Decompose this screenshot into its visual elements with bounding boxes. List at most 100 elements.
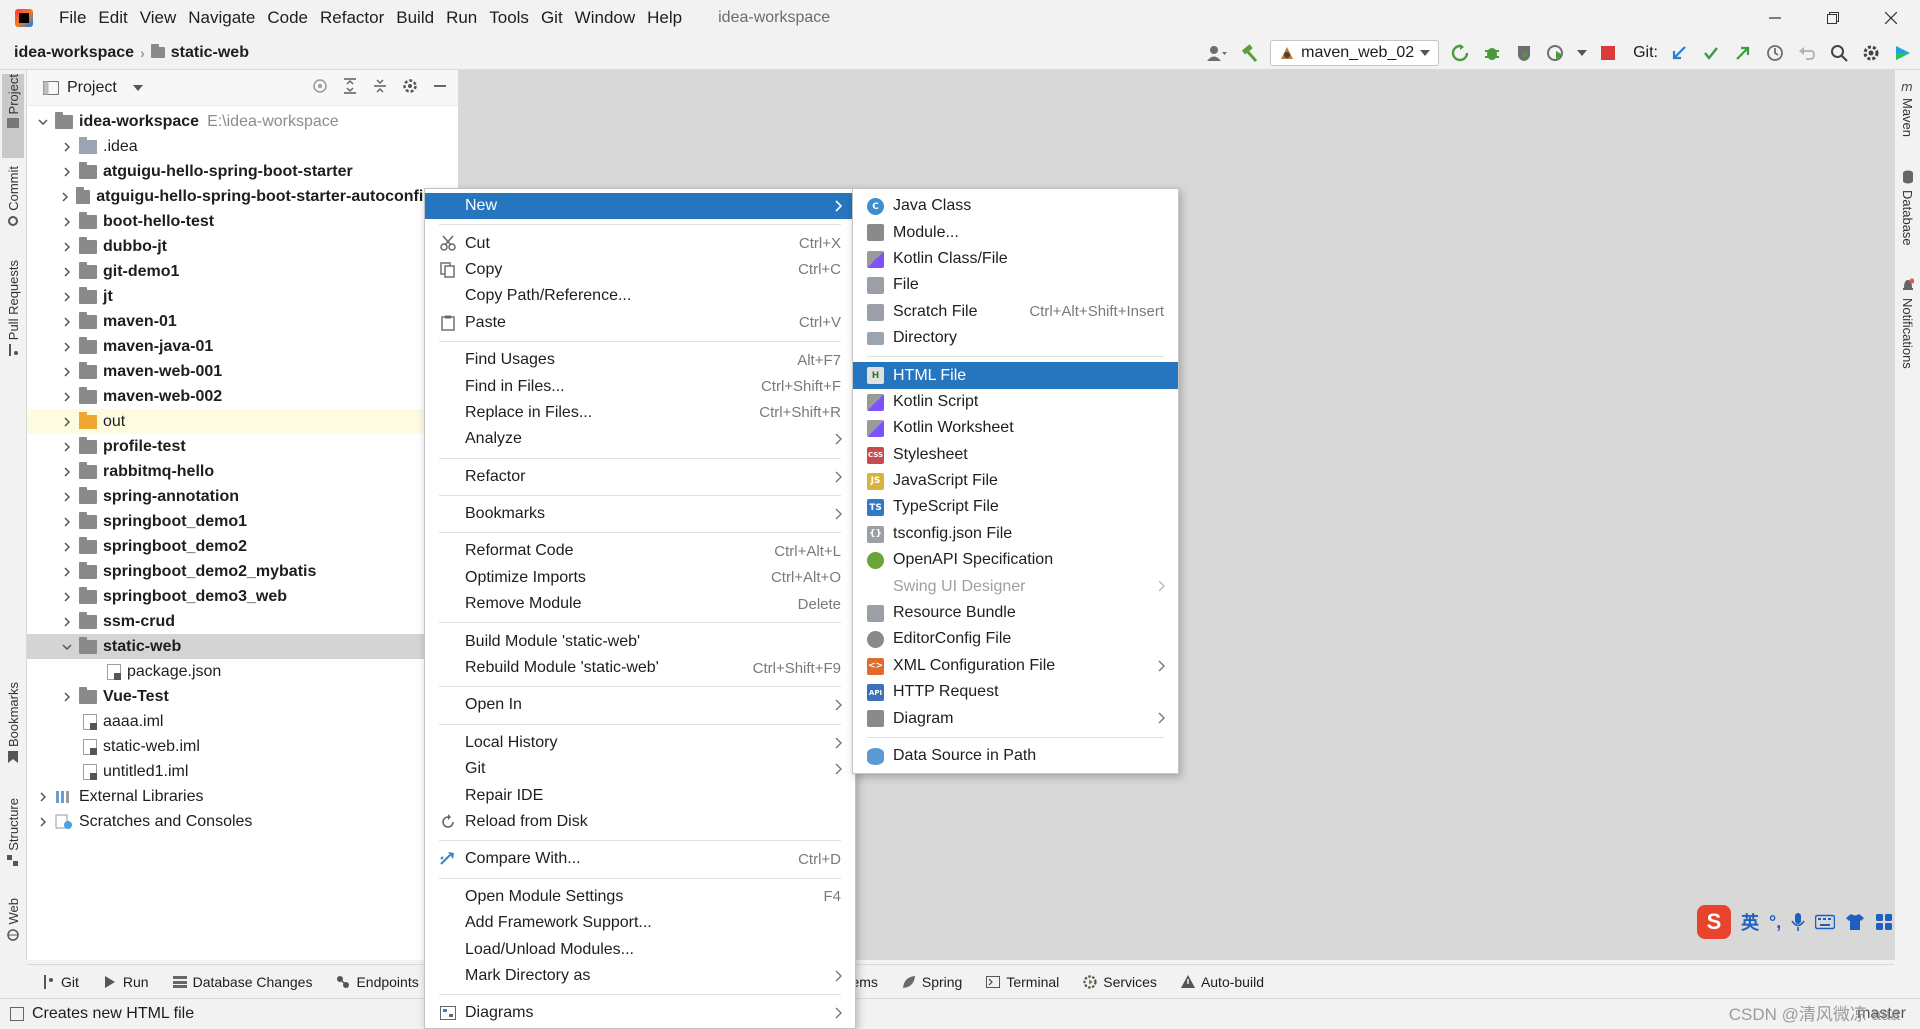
tree-item-rabbitmq-hello[interactable]: rabbitmq-hello	[27, 459, 458, 484]
submenu-item-openapi[interactable]: OpenAPI Specification	[853, 547, 1178, 573]
menu-item-local-history[interactable]: Local History	[425, 730, 855, 756]
submenu-item-diagram[interactable]: Diagram	[853, 705, 1178, 731]
debug-bug-icon[interactable]	[1481, 42, 1503, 64]
microphone-icon[interactable]	[1791, 912, 1805, 932]
build-hammer-icon[interactable]	[1238, 42, 1260, 64]
menu-item-find-usages[interactable]: Find Usages Alt+F7	[425, 347, 855, 373]
tab-database-changes[interactable]: Database Changes	[172, 974, 312, 990]
tree-item-springboot-demo2-mybatis[interactable]: springboot_demo2_mybatis	[27, 559, 458, 584]
keyboard-icon[interactable]	[1815, 914, 1836, 930]
submenu-item-html-file[interactable]: H HTML File	[853, 362, 1178, 389]
skin-shirt-icon[interactable]	[1845, 913, 1865, 931]
menu-item-rebuild-module[interactable]: Rebuild Module 'static-web' Ctrl+Shift+F…	[425, 655, 855, 681]
menu-item-replace-in-files[interactable]: Replace in Files... Ctrl+Shift+R	[425, 400, 855, 426]
tree-item-jt[interactable]: jt	[27, 284, 458, 309]
submenu-item-xml-config[interactable]: <> XML Configuration File	[853, 653, 1178, 679]
tree-item-springboot-demo3-web[interactable]: springboot_demo3_web	[27, 584, 458, 609]
tree-item-idea[interactable]: .idea	[27, 134, 458, 159]
menu-item-find-in-files[interactable]: Find in Files... Ctrl+Shift+F	[425, 373, 855, 399]
submenu-item-typescript[interactable]: TS TypeScript File	[853, 494, 1178, 520]
tree-item-springboot-demo2[interactable]: springboot_demo2	[27, 534, 458, 559]
menu-item-module-settings[interactable]: Open Module Settings F4	[425, 884, 855, 910]
select-opened-file-icon[interactable]	[312, 78, 328, 94]
tree-item-atguigu-hello-spring-boot-starter[interactable]: atguigu-hello-spring-boot-starter	[27, 159, 458, 184]
menu-item-remove-module[interactable]: Remove Module Delete	[425, 591, 855, 617]
settings-gear-icon[interactable]	[1860, 42, 1882, 64]
chevron-right-icon[interactable]	[59, 464, 75, 480]
minimize-button[interactable]	[1746, 0, 1804, 36]
ime-punctuation-toggle[interactable]: °,	[1769, 912, 1781, 933]
tree-item-profile-test[interactable]: profile-test	[27, 434, 458, 459]
chevron-right-icon[interactable]	[59, 589, 75, 605]
submenu-item-kotlin-worksheet[interactable]: Kotlin Worksheet	[853, 415, 1178, 441]
chevron-right-icon[interactable]	[59, 364, 75, 380]
tab-auto-build[interactable]: Auto-build	[1180, 974, 1264, 990]
menu-item-diagrams[interactable]: Diagrams	[425, 1000, 855, 1026]
chevron-right-icon[interactable]	[59, 139, 75, 155]
menu-item-git[interactable]: Git	[425, 756, 855, 782]
rollback-icon[interactable]	[1796, 42, 1818, 64]
hide-panel-icon[interactable]	[432, 78, 448, 94]
submenu-item-editorconfig[interactable]: EditorConfig File	[853, 626, 1178, 652]
tree-item-maven-01[interactable]: maven-01	[27, 309, 458, 334]
chevron-right-icon[interactable]	[59, 389, 75, 405]
submenu-item-stylesheet[interactable]: CSS Stylesheet	[853, 442, 1178, 468]
menu-item-cut[interactable]: Cut Ctrl+X	[425, 230, 855, 256]
gear-icon[interactable]	[402, 78, 418, 94]
submenu-item-scratch-file[interactable]: Scratch File Ctrl+Alt+Shift+Insert	[853, 299, 1178, 325]
tab-bookmarks[interactable]: Bookmarks	[2, 682, 24, 778]
submenu-item-data-source[interactable]: Data Source in Path	[853, 743, 1178, 769]
chevron-right-icon[interactable]	[35, 789, 51, 805]
tab-project[interactable]: Project	[2, 74, 24, 158]
chevron-right-icon[interactable]	[59, 414, 75, 430]
submenu-item-kotlin-script[interactable]: Kotlin Script	[853, 389, 1178, 415]
tool-windows-toggle-icon[interactable]	[10, 1007, 24, 1021]
restore-button[interactable]	[1804, 0, 1862, 36]
profile-icon[interactable]	[1545, 42, 1567, 64]
tree-item-git-demo1[interactable]: git-demo1	[27, 259, 458, 284]
chevron-right-icon[interactable]	[59, 614, 75, 630]
stop-icon[interactable]	[1597, 42, 1619, 64]
chevron-right-icon[interactable]	[59, 539, 75, 555]
tab-database[interactable]: Database	[1895, 170, 1920, 260]
submenu-item-javascript[interactable]: JS JavaScript File	[853, 468, 1178, 494]
menu-refactor[interactable]: Refactor	[314, 0, 390, 36]
menu-item-reformat[interactable]: Reformat Code Ctrl+Alt+L	[425, 538, 855, 564]
menu-item-paste[interactable]: Paste Ctrl+V	[425, 310, 855, 336]
tab-services[interactable]: Services	[1083, 974, 1157, 990]
chevron-right-icon[interactable]	[35, 814, 51, 830]
chevron-right-icon[interactable]	[59, 314, 75, 330]
rerun-icon[interactable]	[1449, 42, 1471, 64]
tab-run[interactable]: Run	[103, 974, 149, 990]
chevron-right-icon[interactable]	[59, 689, 75, 705]
menu-tools[interactable]: Tools	[483, 0, 535, 36]
user-icon[interactable]	[1206, 42, 1228, 64]
chevron-down-icon[interactable]	[59, 639, 75, 655]
expand-all-icon[interactable]	[342, 78, 358, 94]
chevron-right-icon[interactable]	[59, 339, 75, 355]
tab-commit[interactable]: Commit	[2, 166, 24, 250]
chevron-right-icon[interactable]	[59, 214, 75, 230]
submenu-item-file[interactable]: File	[853, 272, 1178, 298]
tab-git[interactable]: Git	[41, 974, 79, 990]
breadcrumb-root[interactable]: idea-workspace	[14, 44, 134, 62]
chevron-down-icon[interactable]	[132, 84, 143, 91]
ime-language-toggle[interactable]: 英	[1741, 909, 1759, 935]
tab-spring[interactable]: Spring	[902, 974, 962, 990]
menu-edit[interactable]: Edit	[92, 0, 133, 36]
tree-item-dubbo-jt[interactable]: dubbo-jt	[27, 234, 458, 259]
chevron-right-icon[interactable]	[59, 489, 75, 505]
collapse-all-icon[interactable]	[372, 78, 388, 94]
menu-help[interactable]: Help	[641, 0, 688, 36]
chevron-right-icon[interactable]	[59, 289, 75, 305]
tree-item-springboot-demo1[interactable]: springboot_demo1	[27, 509, 458, 534]
tab-structure[interactable]: Structure	[2, 798, 24, 888]
menu-item-copy[interactable]: Copy Ctrl+C	[425, 257, 855, 283]
tree-item-external-libraries[interactable]: External Libraries	[27, 784, 458, 809]
menu-item-refactor[interactable]: Refactor	[425, 464, 855, 490]
git-push-icon[interactable]	[1732, 42, 1754, 64]
menu-item-load-unload[interactable]: Load/Unload Modules...	[425, 936, 855, 962]
menu-item-compare-with[interactable]: Compare With... Ctrl+D	[425, 846, 855, 872]
chevron-right-icon[interactable]	[59, 189, 72, 205]
tree-item-file[interactable]: untitled1.iml	[27, 759, 458, 784]
